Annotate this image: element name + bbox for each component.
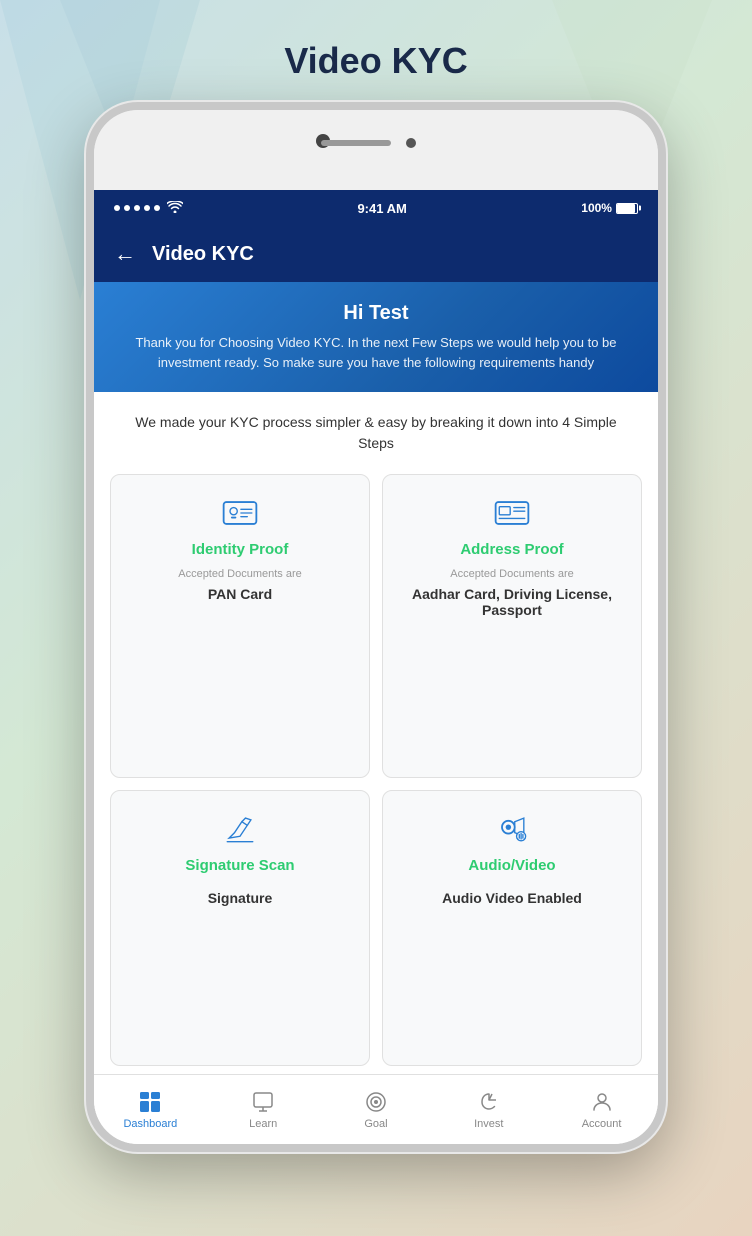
battery-text: 100% (581, 201, 612, 215)
signal-dot-2 (124, 205, 130, 211)
power-button (662, 330, 666, 390)
identity-proof-subtitle: Accepted Documents are (178, 568, 302, 580)
welcome-greeting: Hi Test (118, 302, 634, 325)
welcome-banner: Hi Test Thank you for Choosing Video KYC… (94, 282, 658, 392)
audio-video-title: Audio/Video (468, 857, 555, 874)
audio-video-icon (490, 807, 534, 851)
learn-label: Learn (249, 1118, 277, 1130)
account-icon (589, 1089, 615, 1115)
back-button[interactable]: ← (114, 241, 136, 267)
identity-proof-card[interactable]: Identity Proof Accepted Documents are PA… (110, 474, 370, 778)
tab-account[interactable]: Account (545, 1089, 658, 1130)
volume-down-button (86, 358, 90, 394)
address-proof-subtitle: Accepted Documents are (450, 568, 574, 580)
signature-scan-value: Signature (208, 890, 273, 906)
wifi-icon (167, 201, 183, 216)
content-area: We made your KYC process simpler & easy … (94, 392, 658, 1074)
signal-dot-3 (134, 205, 140, 211)
tab-dashboard[interactable]: Dashboard (94, 1089, 207, 1130)
goal-icon (363, 1089, 389, 1115)
status-left (114, 201, 183, 216)
address-proof-card[interactable]: Address Proof Accepted Documents are Aad… (382, 474, 642, 778)
audio-video-card[interactable]: Audio/Video Audio Video Enabled (382, 790, 642, 1066)
camera-dot (406, 138, 416, 148)
phone-top-bar (94, 110, 658, 190)
status-time: 9:41 AM (357, 201, 406, 216)
goal-label: Goal (364, 1118, 387, 1130)
signature-scan-card[interactable]: Signature Scan Signature (110, 790, 370, 1066)
signature-icon (218, 807, 262, 851)
address-proof-value: Aadhar Card, Driving License, Passport (395, 586, 629, 618)
address-proof-title: Address Proof (460, 541, 563, 558)
kyc-cards-grid: Identity Proof Accepted Documents are PA… (94, 466, 658, 1074)
tab-learn[interactable]: Learn (207, 1089, 320, 1130)
invest-label: Invest (474, 1118, 503, 1130)
signal-dot-5 (154, 205, 160, 211)
learn-icon (250, 1089, 276, 1115)
speaker (321, 140, 391, 146)
identity-proof-value: PAN Card (208, 586, 272, 602)
tab-invest[interactable]: Invest (432, 1089, 545, 1130)
battery-icon (616, 203, 638, 214)
tab-bar: Dashboard Learn (94, 1074, 658, 1144)
audio-video-value: Audio Video Enabled (442, 890, 582, 906)
dashboard-icon (137, 1089, 163, 1115)
status-right: 100% (581, 201, 638, 215)
volume-up-button (86, 310, 90, 346)
signal-dot-4 (144, 205, 150, 211)
invest-icon (476, 1089, 502, 1115)
tab-goal[interactable]: Goal (320, 1089, 433, 1130)
signature-scan-title: Signature Scan (185, 857, 294, 874)
navigation-bar: ← Video KYC (94, 226, 658, 282)
dashboard-label: Dashboard (123, 1118, 177, 1130)
nav-title: Video KYC (152, 243, 254, 266)
status-bar: 9:41 AM 100% (94, 190, 658, 226)
address-card-icon (490, 491, 534, 535)
battery-fill (617, 204, 635, 213)
phone-screen: 9:41 AM 100% ← Video KYC Hi Test Thank y… (94, 190, 658, 1144)
phone-frame: 9:41 AM 100% ← Video KYC Hi Test Thank y… (86, 102, 666, 1152)
steps-description: We made your KYC process simpler & easy … (94, 392, 658, 466)
identity-proof-title: Identity Proof (192, 541, 289, 558)
id-card-icon (218, 491, 262, 535)
welcome-description: Thank you for Choosing Video KYC. In the… (118, 333, 634, 372)
account-label: Account (582, 1118, 622, 1130)
signal-dot-1 (114, 205, 120, 211)
page-title: Video KYC (284, 40, 467, 82)
